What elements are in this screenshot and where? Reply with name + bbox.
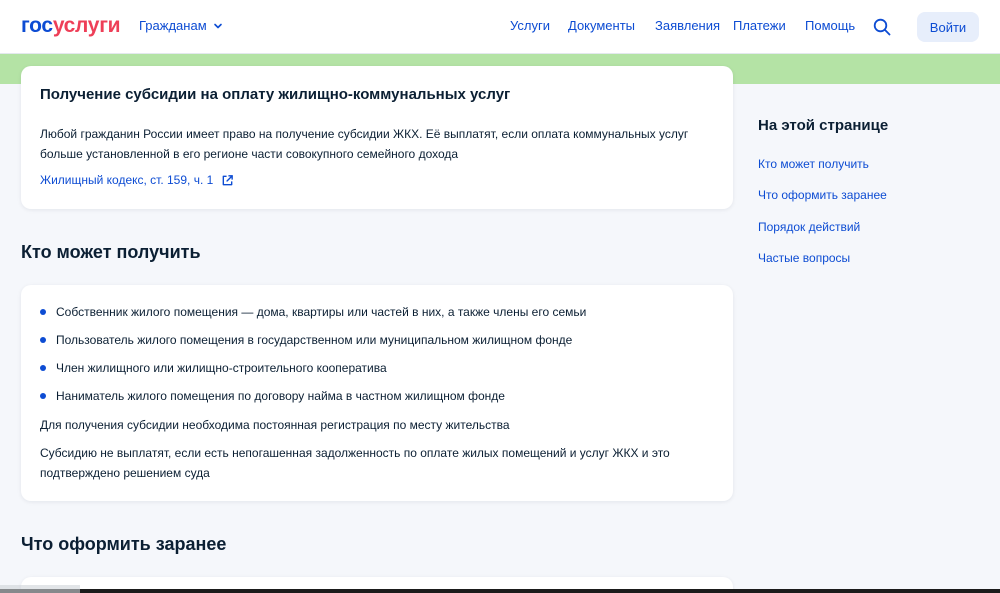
bullet-dot	[40, 337, 46, 343]
registration-note: Для получения субсидии необходима постоя…	[40, 418, 510, 432]
list-item: Собственник жилого помещения — дома, ква…	[40, 305, 586, 319]
main-nav: Услуги Документы Заявления Платежи Помощ…	[0, 18, 1000, 38]
who-card: Собственник жилого помещения — дома, ква…	[21, 285, 733, 501]
taskbar-edge	[0, 589, 1000, 593]
anchor-link-who[interactable]: Кто может получить	[758, 157, 869, 171]
on-this-page-title: На этой странице	[758, 117, 889, 134]
taskbar-fade	[0, 585, 80, 593]
list-item-text: Пользователь жилого помещения в государс…	[56, 333, 573, 347]
debt-note: Субсидию не выплатят, если есть непогаше…	[40, 446, 670, 480]
anchor-link-steps[interactable]: Порядок действий	[758, 220, 860, 234]
list-item: Член жилищного или жилищно-строительного…	[40, 361, 387, 375]
anchor-link-prepare[interactable]: Что оформить заранее	[758, 188, 887, 202]
search-icon[interactable]	[872, 17, 892, 37]
list-item: Наниматель жилого помещения по договору …	[40, 389, 505, 403]
housing-code-link-label: Жилищный кодекс, ст. 159, ч. 1	[40, 173, 214, 187]
intro-card: Получение субсидии на оплату жилищно-ком…	[21, 66, 733, 209]
nav-applications[interactable]: Заявления	[655, 18, 720, 33]
list-item: Пользователь жилого помещения в государс…	[40, 333, 572, 347]
list-item-text: Член жилищного или жилищно-строительного…	[56, 361, 387, 375]
list-item-text: Собственник жилого помещения — дома, ква…	[56, 305, 587, 319]
nav-documents[interactable]: Документы	[568, 18, 635, 33]
section-title-who: Кто может получить	[21, 242, 201, 262]
intro-description: Любой гражданин России имеет право на по…	[40, 127, 689, 161]
section-title-prepare: Что оформить заранее	[21, 534, 227, 554]
anchor-link-faq[interactable]: Частые вопросы	[758, 251, 850, 265]
list-item-text: Наниматель жилого помещения по договору …	[56, 389, 505, 403]
nav-services[interactable]: Услуги	[510, 18, 550, 33]
bullet-dot	[40, 393, 46, 399]
bullet-dot	[40, 309, 46, 315]
page-title: Получение субсидии на оплату жилищно-ком…	[40, 86, 511, 103]
housing-code-link[interactable]: Жилищный кодекс, ст. 159, ч. 1	[40, 173, 234, 187]
site-header: госуслуги Гражданам Услуги Документы Зая…	[0, 0, 1000, 54]
nav-help[interactable]: Помощь	[805, 18, 855, 33]
login-button[interactable]: Войти	[917, 12, 979, 42]
external-link-icon	[222, 174, 234, 185]
bullet-dot	[40, 365, 46, 371]
nav-payments[interactable]: Платежи	[733, 18, 786, 33]
